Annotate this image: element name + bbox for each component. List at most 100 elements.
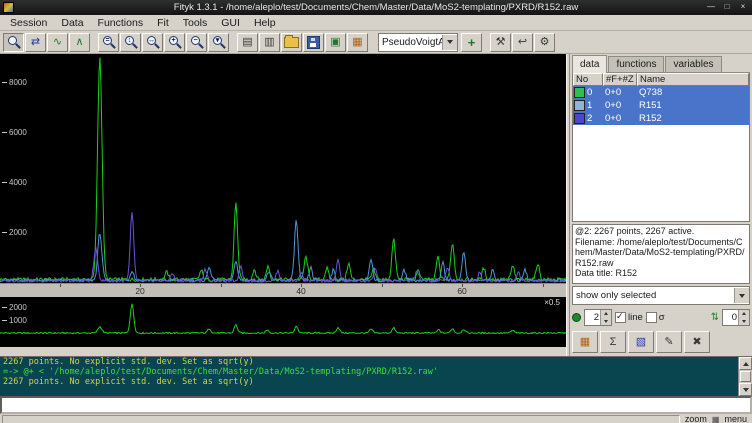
dataset-list-empty-area[interactable] — [573, 125, 749, 221]
grid-icon[interactable]: ▦ — [712, 415, 720, 423]
console-line: =-> @+ < '/home/aleplo/test/Documents/Ch… — [0, 367, 752, 377]
titlebar[interactable]: Fityk 1.3.1 - /home/aleplo/test/Document… — [0, 0, 752, 15]
fit-run-button[interactable]: ⚒ — [490, 33, 511, 52]
zoom-all-button[interactable]: = — [98, 33, 119, 52]
add-function-button[interactable]: + — [461, 33, 482, 52]
menu-tools[interactable]: Tools — [177, 17, 214, 29]
transform-dataset-button[interactable]: ✎ — [656, 331, 682, 353]
menu-session[interactable]: Session — [4, 17, 53, 29]
output-console[interactable]: 2267 points. No explicit std. dev. Set a… — [0, 356, 752, 396]
line-checkbox[interactable]: line — [615, 312, 643, 323]
zoom-in-button[interactable]: + — [164, 33, 185, 52]
main-plot-canvas — [0, 54, 566, 283]
dataset-row-1[interactable]: 1 0+0 R151 — [573, 99, 749, 112]
menu-help[interactable]: Help — [248, 17, 282, 29]
delete-dataset-button[interactable]: ✖ — [684, 331, 710, 353]
filter-dropdown[interactable]: show only selected — [572, 286, 750, 305]
zoom-out-button[interactable]: − — [186, 33, 207, 52]
sidebar: data functions variables No #F+#Z Name 0… — [570, 54, 752, 356]
previous-zoom-button[interactable]: ▾ — [208, 33, 229, 52]
zoom-all-icon: = — [102, 35, 116, 49]
console-scrollbar[interactable] — [738, 357, 752, 396]
menu-fit[interactable]: Fit — [151, 17, 175, 29]
tab-variables[interactable]: variables — [665, 56, 721, 72]
zoom-horizontal-button[interactable]: ↔ — [142, 33, 163, 52]
add-peak-mode-button[interactable]: ∧ — [69, 33, 90, 52]
save-session-button[interactable] — [303, 33, 324, 52]
column-header-name[interactable]: Name — [637, 73, 749, 86]
zoom-mode-button[interactable] — [3, 33, 24, 52]
y-shift-spinner[interactable]: 0 — [722, 309, 750, 326]
spinner-arrows-icon[interactable] — [600, 310, 611, 325]
chevron-down-icon[interactable] — [442, 35, 457, 50]
window-title: Fityk 1.3.1 - /home/aleplo/test/Document… — [0, 2, 752, 13]
sigma-checkbox-label: σ — [659, 312, 665, 323]
tab-data[interactable]: data — [572, 55, 607, 73]
main-plot[interactable]: 2000400060008000 — [0, 54, 566, 283]
aux-y-tick-label: 1000 — [2, 316, 27, 325]
maximize-button[interactable]: □ — [721, 1, 733, 13]
scroll-up-icon[interactable] — [739, 357, 752, 370]
function-type-dropdown[interactable]: PseudoVoigtA — [378, 33, 458, 52]
toolbar-separator — [483, 33, 489, 52]
sum-datasets-button[interactable]: Σ — [600, 331, 626, 353]
pencil-icon: ✎ — [664, 337, 673, 348]
line-checkbox-label: line — [628, 312, 643, 323]
dataset-number: 0 — [587, 86, 592, 99]
scrollbar-thumb[interactable] — [740, 371, 751, 382]
menu-data[interactable]: Data — [55, 17, 89, 29]
close-button[interactable]: × — [737, 1, 749, 13]
data-range-mode-button[interactable]: ⇄ — [25, 33, 46, 52]
hammer-icon: ⚒ — [496, 37, 506, 48]
baseline-mode-button[interactable]: ∿ — [47, 33, 68, 52]
plot-gap — [0, 347, 566, 356]
column-header-no[interactable]: No — [573, 73, 603, 86]
plot-column: 2000400060008000 204060 10002000 ×0.5 — [0, 54, 566, 356]
sidebar-tabs: data functions variables — [572, 55, 750, 73]
column-header-fz[interactable]: #F+#Z — [603, 73, 637, 86]
aux-scale-label: ×0.5 — [544, 298, 560, 307]
data-editor-button[interactable]: ▦ — [347, 33, 368, 52]
dataset-fz: 0+0 — [603, 86, 637, 99]
sigma-checkbox[interactable]: σ — [646, 312, 665, 323]
dataset-list: No #F+#Z Name 0 0+0 Q738 1 0+0 R151 2 0+… — [572, 73, 750, 222]
dataset-fz: 0+0 — [603, 99, 637, 112]
execute-script-button[interactable]: ▤ — [237, 33, 258, 52]
log-icon: ▥ — [264, 37, 274, 48]
dataset-row-2[interactable]: 2 0+0 R152 — [573, 112, 749, 125]
status-menu-label[interactable]: menu — [721, 415, 750, 423]
command-input[interactable] — [0, 396, 752, 414]
point-size-spinner[interactable]: 2 — [584, 309, 612, 326]
aux-plot-canvas — [0, 297, 566, 347]
menu-gui[interactable]: GUI — [215, 17, 246, 29]
table-icon: ▦ — [352, 37, 362, 48]
auxiliary-plot[interactable]: 10002000 ×0.5 — [0, 297, 566, 347]
dataset-row-0[interactable]: 0 0+0 Q738 — [573, 86, 749, 99]
chevron-down-icon[interactable] — [734, 288, 749, 303]
scroll-down-icon[interactable] — [739, 383, 752, 396]
close-icon: ✖ — [692, 337, 701, 348]
script-icon: ▤ — [242, 37, 252, 48]
menu-functions[interactable]: Functions — [92, 17, 150, 29]
x-axis: 204060 — [0, 283, 566, 297]
undo-fit-button[interactable]: ↩ — [512, 33, 533, 52]
zoom-in-icon: + — [168, 35, 182, 49]
status-zoom-label[interactable]: zoom — [682, 415, 710, 423]
tab-functions[interactable]: functions — [608, 56, 664, 72]
magnifier-icon — [7, 35, 21, 49]
statusbar: zoom ▦ menu — [0, 414, 752, 423]
data-table-button[interactable]: ▦ — [572, 331, 598, 353]
minimize-button[interactable]: — — [705, 1, 717, 13]
spinner-arrows-icon[interactable] — [738, 310, 749, 325]
zoom-vertical-button[interactable]: ↕ — [120, 33, 141, 52]
dataset-name: Q738 — [637, 86, 749, 99]
copy-icon: ▧ — [636, 337, 646, 348]
undo-icon: ↩ — [518, 37, 527, 48]
toolbar-separator — [230, 33, 236, 52]
settings-button[interactable]: ⚙ — [534, 33, 555, 52]
x-tick-label: 40 — [292, 286, 310, 296]
copy-dataset-button[interactable]: ▧ — [628, 331, 654, 353]
output-log-button[interactable]: ▥ — [259, 33, 280, 52]
export-image-button[interactable]: ▣ — [325, 33, 346, 52]
open-file-button[interactable] — [281, 33, 302, 52]
